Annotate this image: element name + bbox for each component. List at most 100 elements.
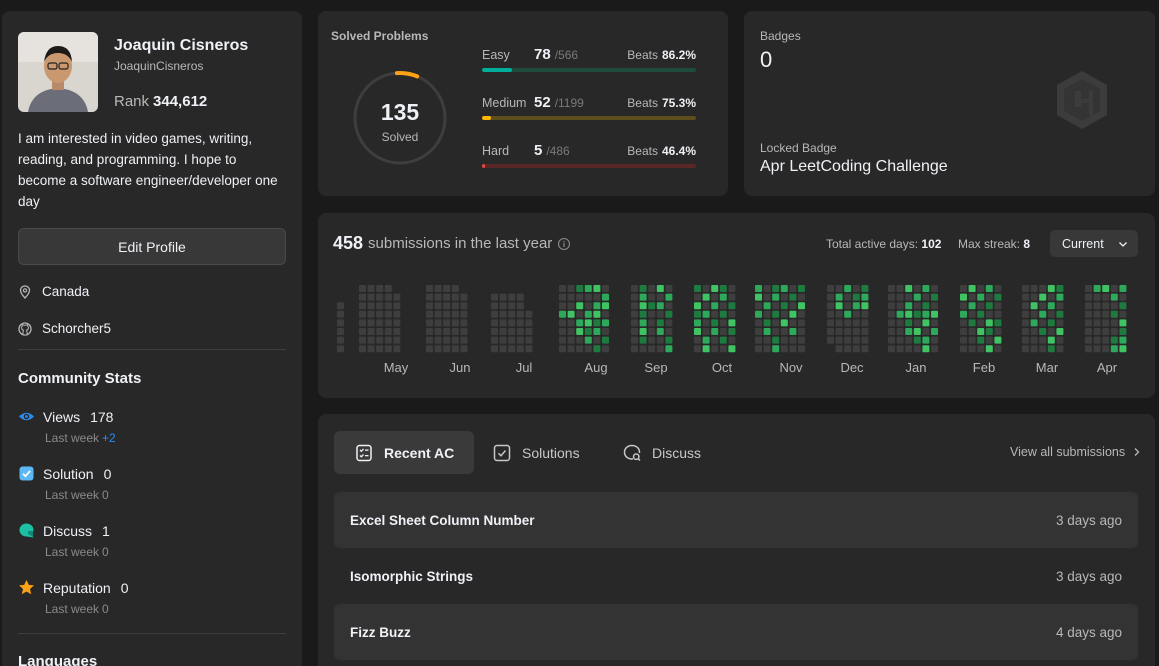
- heatmap-day-cell[interactable]: [922, 285, 930, 292]
- heatmap-day-cell[interactable]: [931, 285, 938, 292]
- heatmap-day-cell[interactable]: [1030, 328, 1038, 335]
- heatmap-day-cell[interactable]: [426, 328, 433, 335]
- heatmap-day-cell[interactable]: [576, 319, 584, 327]
- heatmap-day-cell[interactable]: [1022, 285, 1029, 292]
- heatmap-day-cell[interactable]: [835, 328, 843, 335]
- heatmap-day-cell[interactable]: [584, 336, 592, 344]
- heatmap-day-cell[interactable]: [994, 336, 1002, 344]
- heatmap-day-cell[interactable]: [844, 328, 852, 335]
- heatmap-day-cell[interactable]: [719, 310, 727, 318]
- heatmap-day-cell[interactable]: [728, 336, 736, 344]
- heatmap-day-cell[interactable]: [728, 345, 736, 353]
- heatmap-day-cell[interactable]: [835, 293, 843, 301]
- heatmap-day-cell[interactable]: [602, 310, 609, 318]
- heatmap-day-cell[interactable]: [1102, 345, 1110, 353]
- heatmap-day-cell[interactable]: [888, 293, 895, 301]
- submission-title[interactable]: Isomorphic Strings: [350, 569, 473, 584]
- heatmap-day-cell[interactable]: [994, 302, 1002, 310]
- heatmap-day-cell[interactable]: [602, 319, 609, 327]
- heatmap-day-cell[interactable]: [711, 310, 719, 318]
- heatmap-day-cell[interactable]: [985, 285, 993, 292]
- heatmap-day-cell[interactable]: [593, 293, 601, 301]
- heatmap-day-cell[interactable]: [567, 328, 575, 335]
- heatmap-day-cell[interactable]: [711, 319, 719, 327]
- heatmap-day-cell[interactable]: [1039, 336, 1047, 344]
- heatmap-day-cell[interactable]: [844, 336, 852, 344]
- tab-recent-ac[interactable]: Recent AC: [334, 431, 475, 474]
- heatmap-day-cell[interactable]: [460, 293, 468, 301]
- heatmap-day-cell[interactable]: [559, 336, 566, 344]
- info-icon[interactable]: [557, 237, 571, 251]
- view-all-submissions-link[interactable]: View all submissions: [1010, 445, 1141, 459]
- heatmap-day-cell[interactable]: [994, 293, 1002, 301]
- heatmap-day-cell[interactable]: [711, 336, 719, 344]
- heatmap-day-cell[interactable]: [1110, 310, 1118, 318]
- heatmap-day-cell[interactable]: [491, 328, 498, 335]
- heatmap-day-cell[interactable]: [861, 345, 869, 353]
- heatmap-day-cell[interactable]: [827, 319, 834, 327]
- heatmap-day-cell[interactable]: [631, 328, 638, 335]
- heatmap-day-cell[interactable]: [780, 345, 788, 353]
- heatmap-day-cell[interactable]: [977, 319, 985, 327]
- heatmap-day-cell[interactable]: [922, 310, 930, 318]
- heatmap-day-cell[interactable]: [960, 328, 967, 335]
- heatmap-day-cell[interactable]: [639, 345, 647, 353]
- heatmap-day-cell[interactable]: [337, 345, 344, 353]
- heatmap-day-cell[interactable]: [656, 319, 664, 327]
- heatmap-day-cell[interactable]: [602, 336, 609, 344]
- heatmap-day-cell[interactable]: [384, 310, 392, 318]
- heatmap-day-cell[interactable]: [426, 336, 433, 344]
- heatmap-day-cell[interactable]: [844, 345, 852, 353]
- heatmap-day-cell[interactable]: [426, 293, 433, 301]
- heatmap-day-cell[interactable]: [798, 285, 805, 292]
- heatmap-day-cell[interactable]: [656, 310, 664, 318]
- heatmap-day-cell[interactable]: [434, 293, 442, 301]
- heatmap-day-cell[interactable]: [694, 293, 701, 301]
- heatmap-day-cell[interactable]: [827, 336, 834, 344]
- heatmap-day-cell[interactable]: [593, 310, 601, 318]
- heatmap-day-cell[interactable]: [861, 336, 869, 344]
- heatmap-day-cell[interactable]: [719, 302, 727, 310]
- heatmap-day-cell[interactable]: [460, 336, 468, 344]
- heatmap-day-cell[interactable]: [359, 293, 366, 301]
- heatmap-day-cell[interactable]: [844, 319, 852, 327]
- heatmap-day-cell[interactable]: [755, 319, 762, 327]
- heatmap-day-cell[interactable]: [491, 336, 498, 344]
- heatmap-day-cell[interactable]: [1119, 328, 1127, 335]
- heatmap-day-cell[interactable]: [931, 310, 938, 318]
- heatmap-day-cell[interactable]: [576, 310, 584, 318]
- heatmap-day-cell[interactable]: [1093, 293, 1101, 301]
- heatmap-day-cell[interactable]: [798, 302, 805, 310]
- heatmap-day-cell[interactable]: [968, 285, 976, 292]
- heatmap-day-cell[interactable]: [772, 302, 780, 310]
- heatmap-day-cell[interactable]: [367, 302, 375, 310]
- heatmap-day-cell[interactable]: [460, 310, 468, 318]
- locked-badge-icon[interactable]: [1051, 69, 1113, 131]
- heatmap-day-cell[interactable]: [376, 293, 384, 301]
- heatmap-day-cell[interactable]: [1056, 293, 1064, 301]
- heatmap-day-cell[interactable]: [1093, 310, 1101, 318]
- heatmap-day-cell[interactable]: [376, 336, 384, 344]
- heatmap-day-cell[interactable]: [451, 345, 459, 353]
- heatmap-day-cell[interactable]: [359, 336, 366, 344]
- heatmap-day-cell[interactable]: [772, 310, 780, 318]
- heatmap-day-cell[interactable]: [1039, 345, 1047, 353]
- heatmap-day-cell[interactable]: [426, 345, 433, 353]
- heatmap-day-cell[interactable]: [977, 345, 985, 353]
- heatmap-day-cell[interactable]: [985, 302, 993, 310]
- heatmap-day-cell[interactable]: [359, 310, 366, 318]
- heatmap-day-cell[interactable]: [968, 345, 976, 353]
- heatmap-day-cell[interactable]: [835, 310, 843, 318]
- heatmap-day-cell[interactable]: [755, 302, 762, 310]
- heatmap-day-cell[interactable]: [1022, 302, 1029, 310]
- heatmap-day-cell[interactable]: [772, 328, 780, 335]
- heatmap-day-cell[interactable]: [835, 302, 843, 310]
- heatmap-day-cell[interactable]: [584, 345, 592, 353]
- heatmap-day-cell[interactable]: [516, 336, 524, 344]
- heatmap-day-cell[interactable]: [702, 328, 710, 335]
- heatmap-day-cell[interactable]: [994, 319, 1002, 327]
- heatmap-day-cell[interactable]: [931, 293, 938, 301]
- heatmap-day-cell[interactable]: [1110, 302, 1118, 310]
- heatmap-day-cell[interactable]: [985, 336, 993, 344]
- heatmap-day-cell[interactable]: [567, 345, 575, 353]
